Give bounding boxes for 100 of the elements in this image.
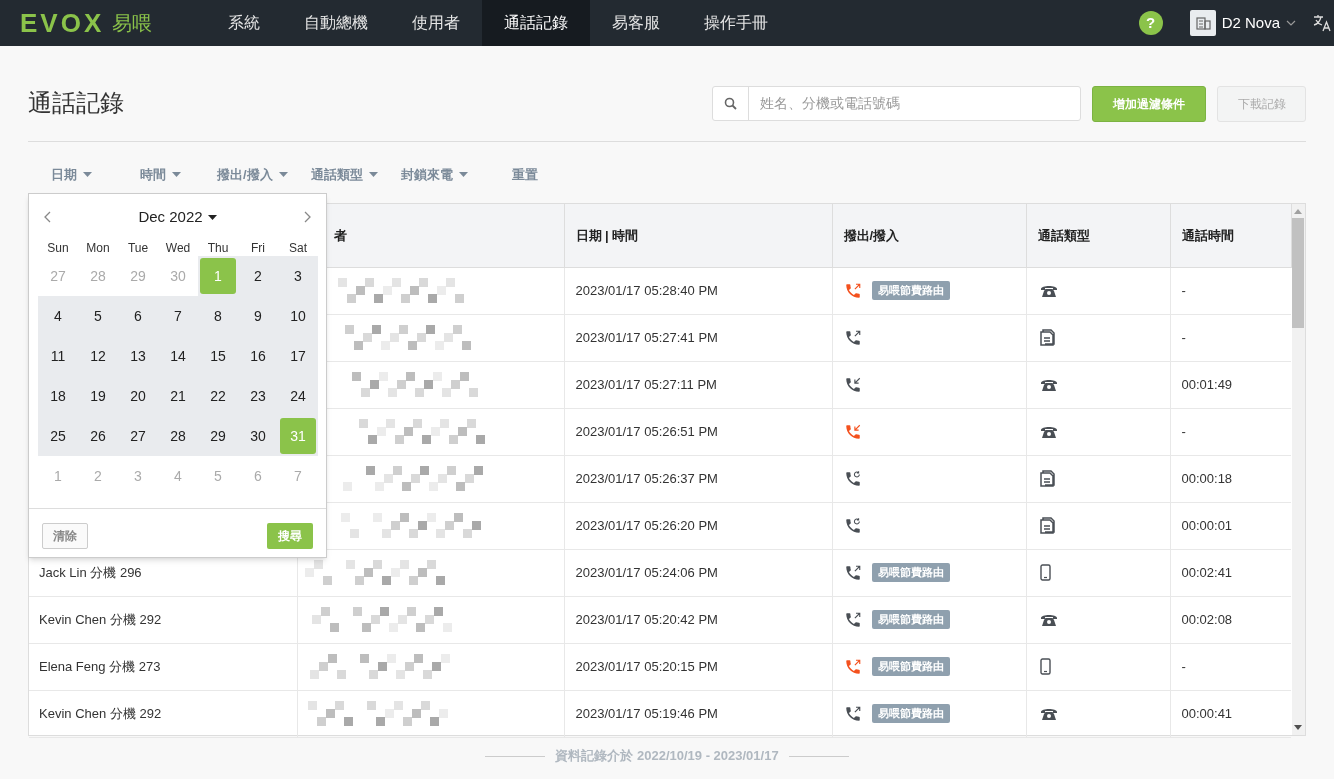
table-cell: -: [1181, 658, 1186, 674]
nav-tab[interactable]: 易客服: [590, 0, 682, 46]
scroll-up-icon[interactable]: [1294, 209, 1303, 214]
nav-tab[interactable]: 系統: [206, 0, 282, 46]
mobile-phone-icon: [1039, 658, 1051, 675]
weekday-label: Thu: [206, 240, 230, 257]
calendar-day[interactable]: 13: [120, 338, 156, 374]
translate-icon[interactable]: [1313, 14, 1331, 32]
column-header: 撥出/撥入: [843, 227, 900, 243]
weekday-label: Tue: [126, 240, 150, 257]
calendar-day[interactable]: 16: [240, 338, 276, 374]
route-tag: 易喂節費路由: [871, 281, 950, 300]
caller-name: Kevin Chen 分機 292: [39, 705, 162, 721]
caret-down-icon: [207, 214, 217, 220]
calendar-day[interactable]: 14: [160, 338, 196, 374]
desk-phone-icon: [1039, 424, 1058, 439]
column-header: 者: [333, 227, 347, 243]
calendar-day[interactable]: 22: [200, 378, 236, 414]
nav-tab[interactable]: 使用者: [390, 0, 482, 46]
calendar-day[interactable]: 10: [280, 298, 316, 334]
caller-name: Jack Lin 分機 296: [39, 564, 142, 580]
fax-document-icon: [1039, 329, 1056, 346]
table-cell: 2023/01/17 05:26:20 PM: [575, 517, 718, 533]
fax-document-icon: [1039, 470, 1056, 487]
route-tag: 易喂節費路由: [871, 704, 950, 723]
calendar-day[interactable]: 6: [120, 298, 156, 334]
calendar-day[interactable]: 17: [280, 338, 316, 374]
nav-tab[interactable]: 自動總機: [282, 0, 390, 46]
weekday-label: Fri: [250, 240, 266, 257]
account-menu[interactable]: D2 Nova: [1189, 10, 1296, 36]
route-tag: 易喂節費路由: [871, 610, 950, 629]
table-cell: -: [1181, 423, 1186, 439]
caller-name: Elena Feng 分機 273: [39, 658, 161, 674]
search-input[interactable]: 姓名、分機或電話號碼: [749, 93, 1080, 114]
calendar-day[interactable]: 21: [160, 378, 196, 414]
route-tag: 易喂節費路由: [871, 657, 950, 676]
column-header: 通話時間: [1181, 227, 1234, 243]
calendar-day[interactable]: 27: [120, 418, 156, 454]
table-cell: 2023/01/17 05:20:42 PM: [575, 611, 718, 627]
fax-document-icon: [1039, 517, 1056, 534]
scrollbar[interactable]: [1291, 204, 1305, 735]
table-cell: 00:02:41: [1181, 564, 1233, 580]
desk-phone-icon: [1039, 706, 1058, 721]
weekday-label: Sun: [46, 240, 70, 257]
building-icon: [1189, 10, 1216, 36]
table-cell: 00:00:18: [1181, 470, 1233, 486]
calendar-day[interactable]: 7: [160, 298, 196, 334]
table-cell: 2023/01/17 05:28:40 PM: [575, 282, 718, 298]
table-cell: 2023/01/17 05:19:46 PM: [575, 705, 718, 721]
calendar-day[interactable]: 12: [80, 338, 116, 374]
chevron-down-icon: [1286, 20, 1296, 26]
date-range-note: 資料記錄介於 2022/10/19 - 2023/01/17: [555, 747, 779, 766]
calendar-day[interactable]: 3: [280, 258, 316, 294]
table-cell: 00:02:08: [1181, 611, 1233, 627]
calendar-day[interactable]: 25: [40, 418, 76, 454]
route-tag: 易喂節費路由: [871, 563, 950, 582]
calendar-day[interactable]: 20: [120, 378, 156, 414]
calendar-day[interactable]: 4: [40, 298, 76, 334]
desk-phone-icon: [1039, 283, 1058, 298]
calendar-day[interactable]: 23: [240, 378, 276, 414]
calendar-day[interactable]: 9: [240, 298, 276, 334]
table-cell: 2023/01/17 05:20:15 PM: [575, 658, 718, 674]
caller-name: Kevin Chen 分機 292: [39, 611, 162, 627]
logo-text: 易喂: [112, 11, 153, 36]
page-title: 通話記錄: [28, 88, 124, 118]
scroll-down-icon[interactable]: [1294, 725, 1303, 730]
calendar-day[interactable]: 28: [160, 418, 196, 454]
weekday-label: Mon: [85, 240, 111, 257]
mobile-phone-icon: [1039, 564, 1051, 581]
table-cell: 2023/01/17 05:26:37 PM: [575, 470, 718, 486]
calendar-day[interactable]: 11: [40, 338, 76, 374]
column-header: 通話類型: [1037, 227, 1090, 243]
calendar-day[interactable]: 26: [80, 418, 116, 454]
scroll-thumb[interactable]: [1292, 218, 1305, 328]
calendar-day[interactable]: 24: [280, 378, 316, 414]
table-cell: 00:00:01: [1181, 517, 1233, 533]
desk-phone-icon: [1039, 377, 1058, 392]
calendar-day[interactable]: 8: [200, 298, 236, 334]
nav-tab[interactable]: 通話記錄: [482, 0, 590, 46]
search-field[interactable]: 姓名、分機或電話號碼: [712, 86, 1081, 121]
calendar-day[interactable]: 29: [200, 418, 236, 454]
table-cell: 2023/01/17 05:27:11 PM: [575, 376, 717, 392]
calendar-day[interactable]: 18: [40, 378, 76, 414]
calendar-day[interactable]: 5: [80, 298, 116, 334]
weekday-label: Sat: [288, 240, 308, 257]
next-month-icon[interactable]: [304, 211, 312, 223]
column-header: 日期 | 時間: [575, 227, 639, 243]
nav-tab[interactable]: 操作手冊: [682, 0, 790, 46]
weekday-label: Wed: [164, 240, 192, 257]
table-cell: -: [1181, 329, 1186, 345]
calendar-day[interactable]: 19: [80, 378, 116, 414]
logo: EVOX: [20, 6, 105, 40]
previous-month-icon[interactable]: [43, 211, 51, 223]
calendar-day[interactable]: 30: [240, 418, 276, 454]
table-cell: 00:01:49: [1181, 376, 1233, 392]
calendar-day[interactable]: 2: [240, 258, 276, 294]
month-selector[interactable]: Dec 2022: [138, 205, 217, 229]
table-cell: 2023/01/17 05:27:41 PM: [575, 329, 718, 345]
calendar-day[interactable]: 15: [200, 338, 236, 374]
table-cell: 00:00:41: [1181, 705, 1233, 721]
